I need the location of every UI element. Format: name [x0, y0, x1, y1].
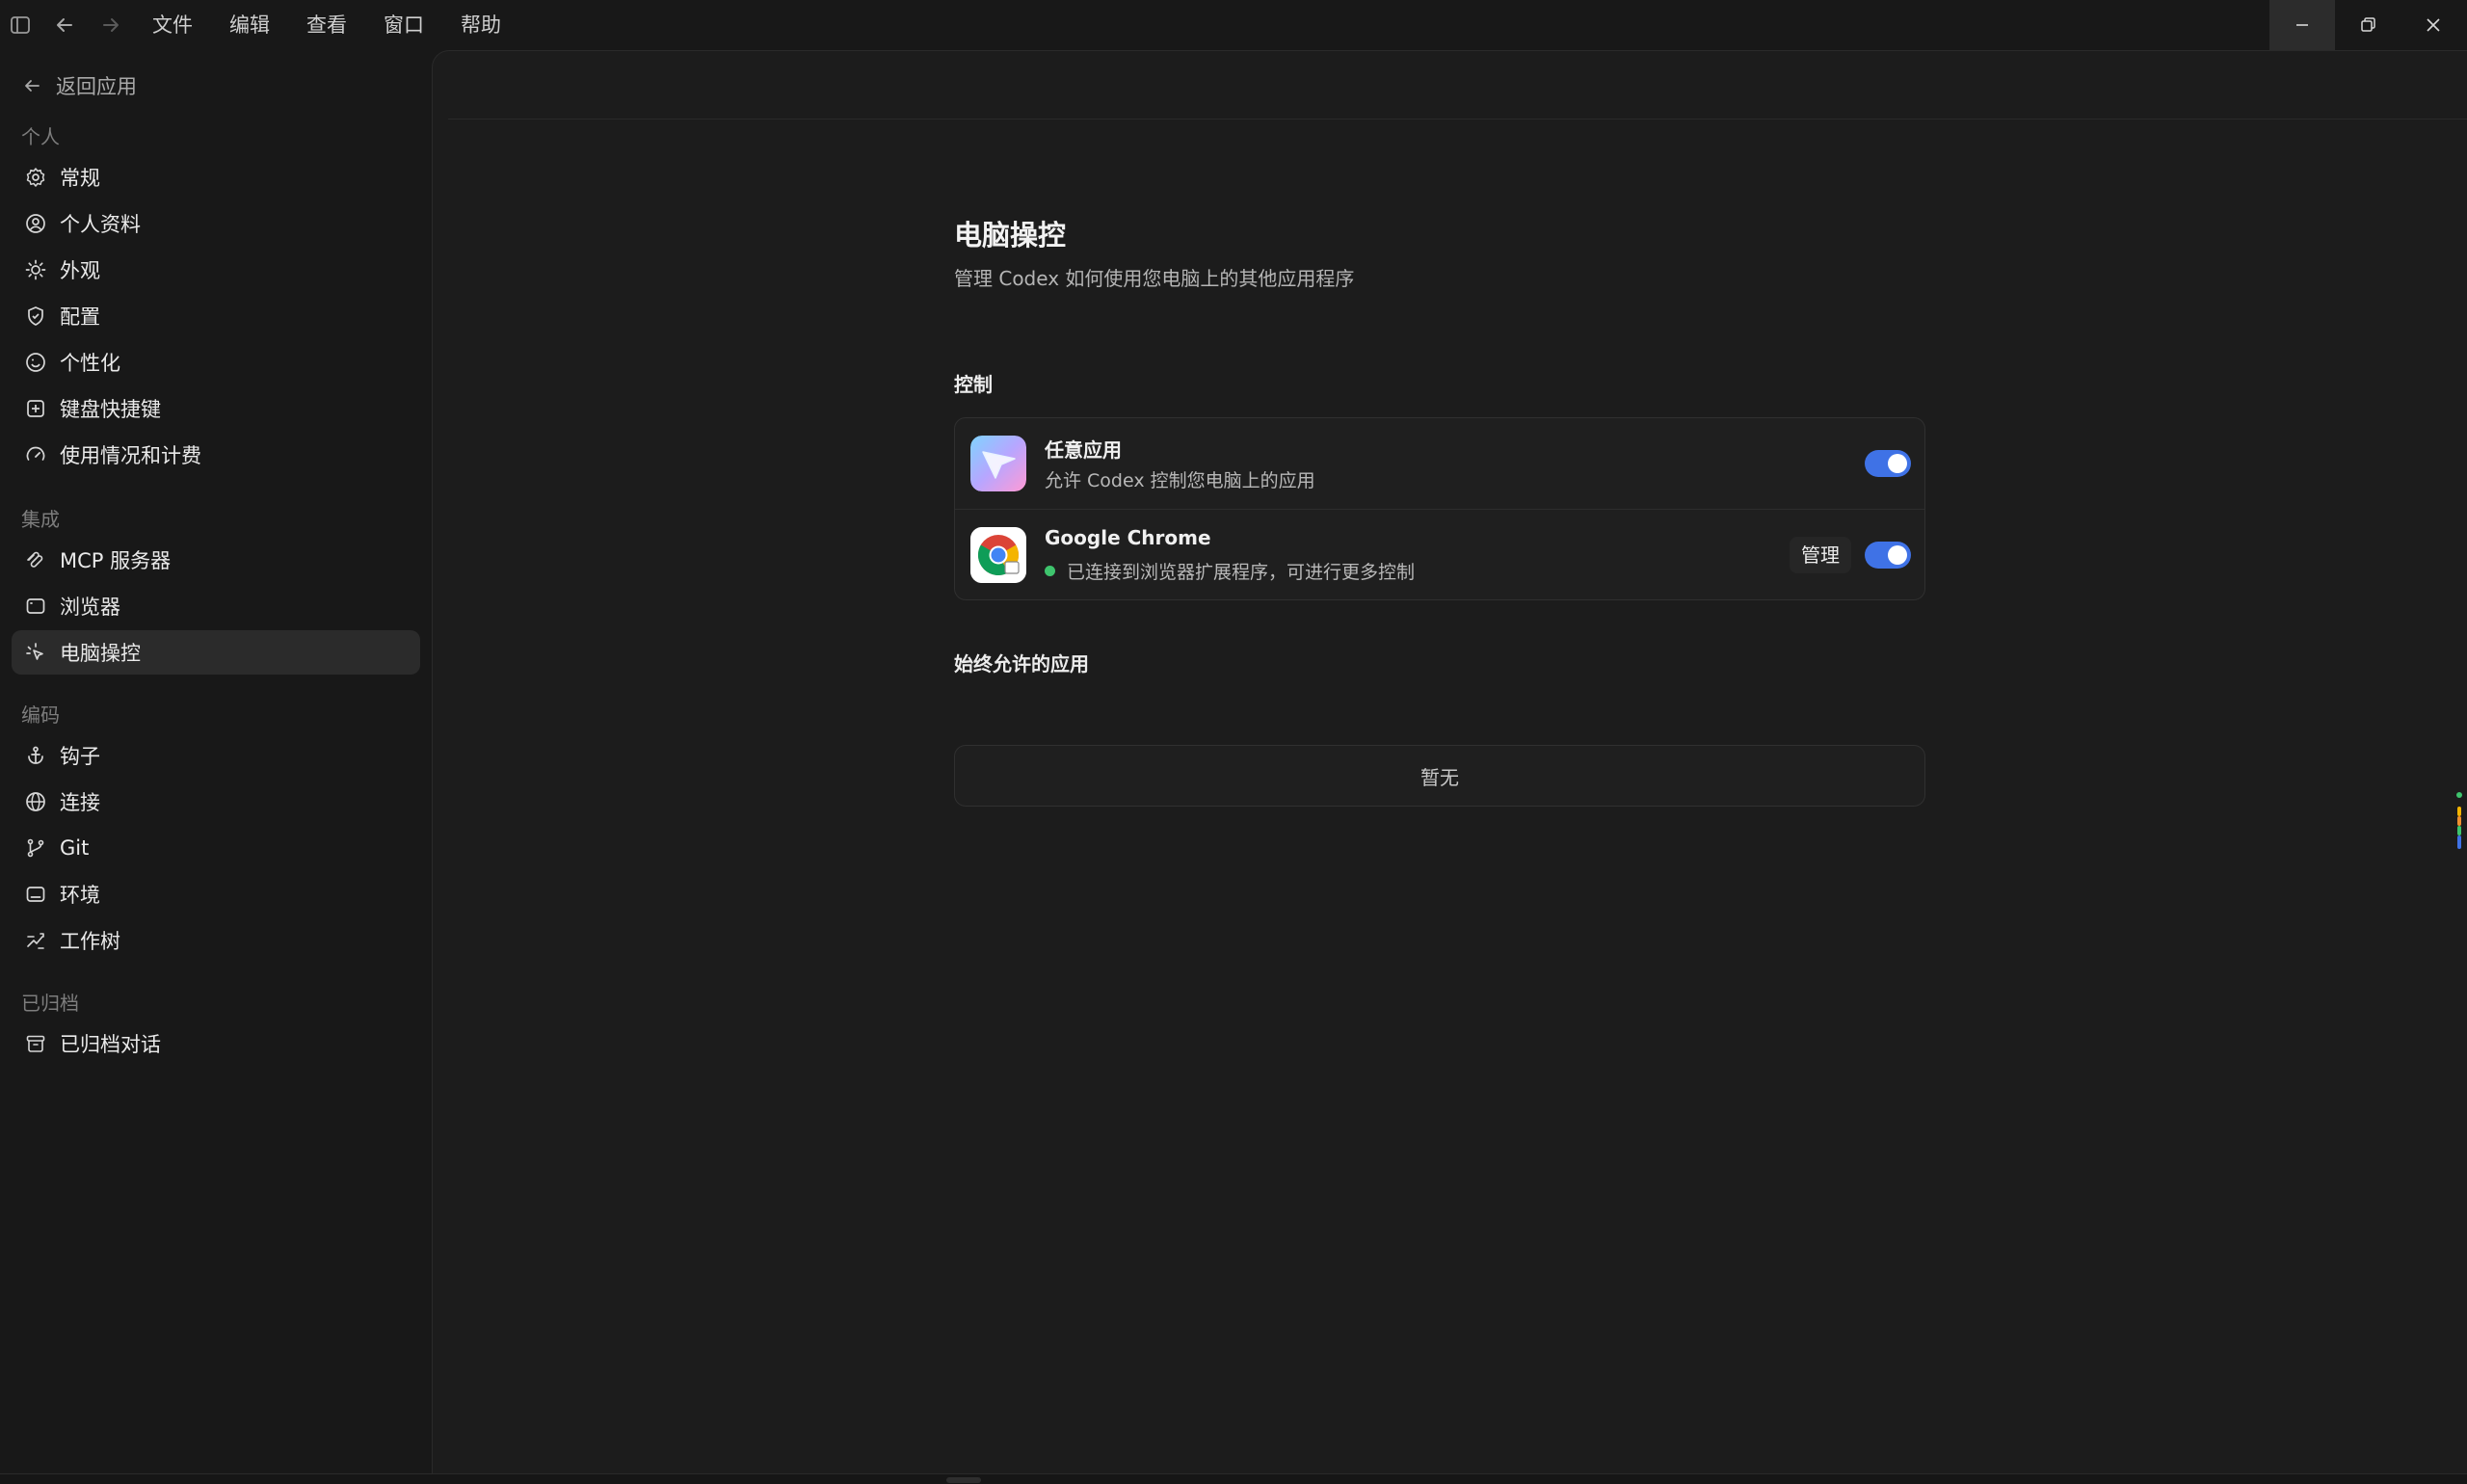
manage-button[interactable]: 管理	[1790, 537, 1851, 573]
sidebar-item-profile[interactable]: 个人资料	[12, 201, 420, 246]
chrome-description: 已连接到浏览器扩展程序，可进行更多控制	[1045, 558, 1415, 584]
any-app-row: 任意应用 允许 Codex 控制您电脑上的应用	[955, 418, 1924, 510]
anchor-icon	[23, 743, 48, 768]
worktree-icon	[23, 928, 48, 953]
back-to-app-link[interactable]: 返回应用	[21, 71, 137, 100]
sidebar-item-label: 常规	[60, 167, 100, 190]
sidebar-item-label: MCP 服务器	[60, 549, 172, 572]
sidebar-item-label: 浏览器	[60, 596, 120, 619]
sidebar-item-label: 钩子	[60, 745, 100, 768]
chrome-description-text: 已连接到浏览器扩展程序，可进行更多控制	[1067, 562, 1416, 583]
sidebar-item-label: 个性化	[60, 352, 120, 375]
control-card: 任意应用 允许 Codex 控制您电脑上的应用 Google Chrome 已连…	[954, 417, 1925, 600]
sidebar-item-label: 已归档对话	[60, 1033, 161, 1056]
connected-status-dot	[1045, 566, 1055, 576]
google-chrome-row: Google Chrome 已连接到浏览器扩展程序，可进行更多控制 管理	[955, 510, 1924, 600]
any-app-name: 任意应用	[1045, 438, 1122, 462]
chrome-toggle[interactable]	[1865, 542, 1911, 569]
sidebar-item-worktrees[interactable]: 工作树	[12, 918, 420, 963]
sun-icon	[23, 257, 48, 282]
any-app-toggle[interactable]	[1865, 450, 1911, 477]
sidebar-item-label: 连接	[60, 791, 100, 814]
git-branch-icon	[23, 835, 48, 861]
archive-icon	[23, 1031, 48, 1056]
sidebar-item-archived-conversations[interactable]: 已归档对话	[12, 1021, 420, 1066]
menu-help[interactable]: 帮助	[461, 12, 501, 39]
restore-icon	[2361, 17, 2375, 32]
restore-button[interactable]	[2335, 0, 2401, 50]
page-title: 电脑操控	[954, 219, 1067, 252]
title-bar: 文件 编辑 查看 窗口 帮助	[0, 0, 2467, 50]
scroll-indicator	[2455, 791, 2463, 851]
status-bar	[0, 1473, 2467, 1484]
sidebar-item-browser[interactable]: 浏览器	[12, 584, 420, 628]
any-app-icon	[970, 436, 1026, 491]
close-button[interactable]	[2401, 0, 2466, 50]
sidebar-item-usage-billing[interactable]: 使用情况和计费	[12, 433, 420, 477]
always-allowed-empty-state: 暂无	[954, 745, 1925, 807]
mcp-icon	[23, 547, 48, 572]
sidebar-item-label: 配置	[60, 305, 100, 329]
menu-window[interactable]: 窗口	[384, 12, 424, 39]
sidebar-item-label: 工作树	[60, 930, 120, 953]
toggle-knob	[1888, 545, 1907, 565]
sidebar-item-label: 使用情况和计费	[60, 444, 201, 467]
any-app-description-text: 允许 Codex 控制您电脑上的应用	[1045, 470, 1315, 491]
toggle-knob	[1888, 454, 1907, 473]
sidebar-item-config[interactable]: 配置	[12, 294, 420, 338]
always-allowed-section-title: 始终允许的应用	[954, 652, 1089, 676]
section-integrations-title: 集成	[21, 508, 60, 531]
sidebar-item-label: Git	[60, 836, 90, 860]
sidebar-item-git[interactable]: Git	[12, 826, 420, 870]
minimize-button[interactable]	[2269, 0, 2335, 50]
gauge-icon	[23, 442, 48, 467]
back-to-app-label: 返回应用	[56, 75, 137, 98]
settings-main-panel: 电脑操控 管理 Codex 如何使用您电脑上的其他应用程序 控制 任意应用 允许…	[432, 50, 2467, 1473]
page-subtitle: 管理 Codex 如何使用您电脑上的其他应用程序	[954, 267, 1355, 290]
monitor-icon	[23, 882, 48, 907]
browser-icon	[23, 594, 48, 619]
keyboard-icon	[23, 396, 48, 421]
sidebar-item-keyboard-shortcuts[interactable]: 键盘快捷键	[12, 386, 420, 431]
sidebar-toggle-icon[interactable]	[8, 13, 33, 38]
any-app-description: 允许 Codex 控制您电脑上的应用	[1045, 466, 1315, 492]
sidebar-item-appearance[interactable]: 外观	[12, 248, 420, 292]
forward-arrow-icon[interactable]	[98, 13, 123, 38]
user-circle-icon	[23, 211, 48, 236]
sidebar-item-personalization[interactable]: 个性化	[12, 340, 420, 384]
close-icon	[2427, 18, 2440, 32]
section-archived-title: 已归档	[21, 992, 79, 1015]
menu-file[interactable]: 文件	[152, 12, 193, 39]
back-arrow-icon	[25, 80, 40, 92]
section-personal-title: 个人	[21, 125, 60, 148]
chrome-name: Google Chrome	[1045, 526, 1211, 549]
sidebar-item-environments[interactable]: 环境	[12, 872, 420, 916]
settings-sidebar: 返回应用 个人 常规 个人资料 外观 配置 个性化 键盘快捷键 使用情况和计费 …	[0, 50, 432, 1473]
sidebar-item-label: 外观	[60, 259, 100, 282]
sidebar-item-label: 环境	[60, 884, 100, 907]
sidebar-item-label: 电脑操控	[60, 642, 141, 665]
menu-bar: 文件 编辑 查看 窗口 帮助	[152, 12, 538, 39]
shield-icon	[23, 304, 48, 329]
chrome-icon	[970, 527, 1026, 583]
section-coding-title: 编码	[21, 703, 60, 727]
back-arrow-icon[interactable]	[52, 13, 77, 38]
control-section-title: 控制	[954, 373, 993, 396]
smile-icon	[23, 350, 48, 375]
sparkle-cursor-icon	[23, 640, 48, 665]
sidebar-item-computer-control[interactable]: 电脑操控	[12, 630, 420, 675]
gear-icon	[23, 165, 48, 190]
sidebar-item-label: 个人资料	[60, 213, 141, 236]
sidebar-item-mcp-servers[interactable]: MCP 服务器	[12, 538, 420, 582]
globe-icon	[23, 789, 48, 814]
sidebar-item-general[interactable]: 常规	[12, 155, 420, 199]
resize-handle[interactable]	[946, 1477, 981, 1483]
sidebar-item-connections[interactable]: 连接	[12, 780, 420, 824]
menu-view[interactable]: 查看	[306, 12, 347, 39]
sidebar-item-hooks[interactable]: 钩子	[12, 733, 420, 778]
sidebar-item-label: 键盘快捷键	[60, 398, 161, 421]
menu-edit[interactable]: 编辑	[229, 12, 270, 39]
minimize-icon	[2296, 24, 2308, 26]
